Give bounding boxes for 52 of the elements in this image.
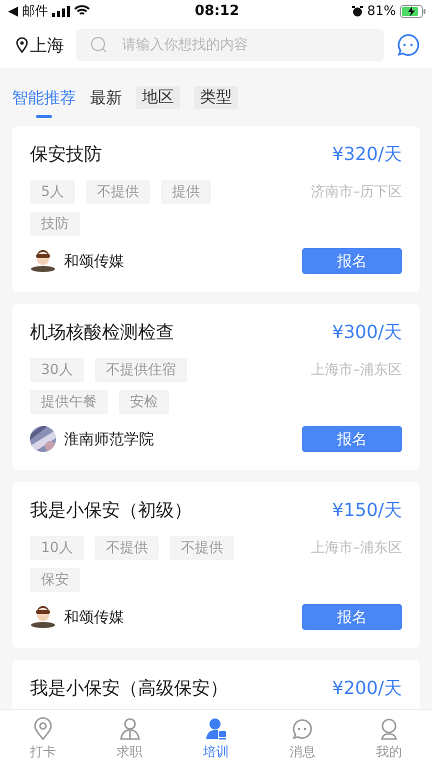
job-price: ¥200/天 [332,677,402,700]
company-name: 和颂传媒 [64,252,124,270]
battery-charging-icon [400,4,426,18]
job-price: ¥320/天 [332,143,402,166]
search-field[interactable]: 请输入你想找的内容 [76,29,384,61]
job-title: 我是小保安（高级保安） [30,677,228,700]
city-selector[interactable]: 上海 [30,34,64,56]
filter-tab[interactable]: 类型 [194,86,238,109]
tab[interactable]: 最新 [90,86,122,111]
back-link[interactable]: ◀ 邮件 [8,2,48,20]
job-location: 济南市–历下区 [311,183,402,201]
job-tag: 技防 [30,212,80,236]
job-title: 我是小保安（初级） [30,499,192,522]
job-tag: 不提供 [170,536,234,560]
job-card[interactable]: 我是小保安（高级保安） ¥200/天 [12,660,420,709]
job-tag: 安检 [119,390,169,414]
job-card[interactable]: 保安技防 ¥320/天 5人 不提供 提供 技防 济南市–历下区 和颂传媒 报名 [12,126,420,292]
status-time: 08:12 [194,3,240,19]
chat-icon[interactable] [396,33,420,57]
job-title: 机场核酸检测检查 [30,321,174,344]
avatar-icon [30,604,56,630]
alarm-icon [352,6,364,16]
battery-percent: 81% [367,4,396,18]
job-tag: 不提供 [94,536,159,560]
filter-tab[interactable]: 地区 [136,86,180,109]
company-name: 和颂传媒 [64,608,124,626]
job-card[interactable]: 机场核酸检测检查 ¥300/天 30人 不提供住宿 提供午餐 安检 上海市–浦东区 淮南师范学院 报名 [12,304,420,470]
job-title: 保安技防 [30,143,102,166]
wifi-icon [74,5,90,17]
job-price: ¥150/天 [332,499,402,522]
job-card[interactable]: 我是小保安（初级） ¥150/天 10人 不提供 不提供 保安 上海市–浦东区 和颂传媒 报名 [12,482,420,648]
job-price: ¥300/天 [332,321,402,344]
job-tag: 不提供住宿 [94,358,187,382]
job-tag: 5人 [30,180,75,204]
tab[interactable]: 智能推荐 [12,86,76,120]
training-icon [205,717,228,741]
job-tag: 提供午餐 [30,390,108,414]
job-tag: 30人 [30,358,84,382]
job-location: 上海市–浦东区 [311,361,402,379]
signal-icon [52,6,70,16]
job-tag: 提供 [160,180,211,204]
nav-tab[interactable]: 培训 [172,710,260,768]
person-icon [118,717,141,741]
job-tag: 不提供 [86,180,150,204]
job-tag: 10人 [30,536,84,560]
location-pin-icon [16,37,28,53]
avatar-icon [30,248,56,274]
job-tag: 保安 [30,568,80,592]
location-pin-icon [32,717,54,741]
job-location: 上海市–浦东区 [311,539,402,557]
chat-icon [291,717,314,741]
company-name: 淮南师范学院 [64,430,154,448]
